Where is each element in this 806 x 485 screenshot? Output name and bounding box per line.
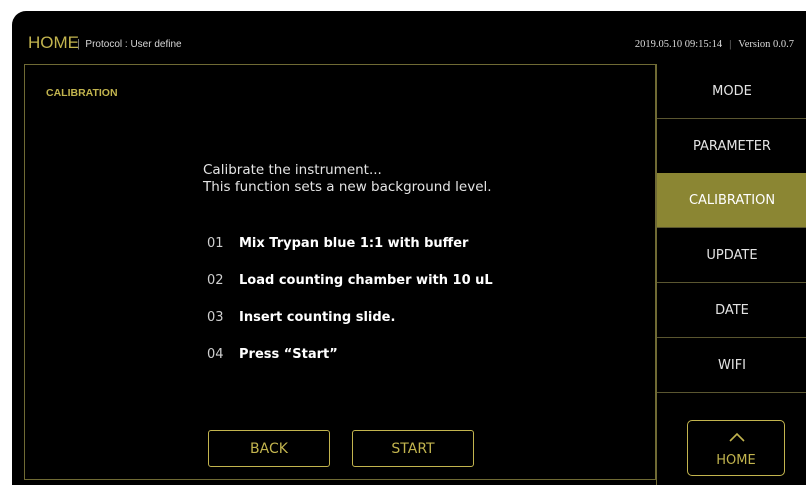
sidebar-item-parameter[interactable]: PARAMETER <box>657 119 806 174</box>
sidebar-item-wifi[interactable]: WIFI <box>657 338 806 393</box>
datetime-label: 2019.05.10 09:15:14 <box>634 39 723 50</box>
step-item: 01 Mix Trypan blue 1:1 with buffer <box>207 236 468 251</box>
step-item: 03 Insert counting slide. <box>207 310 395 325</box>
intro-line-2: This function sets a new background leve… <box>203 179 492 195</box>
protocol-info: | Protocol : User define <box>77 38 182 50</box>
sidebar-item-calibration[interactable]: CALIBRATION <box>657 173 806 228</box>
intro-text: Calibrate the instrument... This functio… <box>203 162 492 196</box>
device-screen: HOME | Protocol : User define 2019.05.10… <box>12 11 806 485</box>
step-item: 02 Load counting chamber with 10 uL <box>207 273 493 288</box>
step-number: 03 <box>207 310 224 325</box>
step-text: Insert counting slide. <box>239 310 396 325</box>
sidebar-menu: MODE PARAMETER CALIBRATION UPDATE DATE W… <box>656 64 806 485</box>
start-button[interactable]: START <box>352 430 474 467</box>
step-text: Load counting chamber with 10 uL <box>239 273 493 288</box>
version-label: Version 0.0.7 <box>738 39 794 50</box>
calibration-panel: CALIBRATION Calibrate the instrument... … <box>24 64 656 480</box>
sidebar-item-mode[interactable]: MODE <box>657 64 806 119</box>
home-title[interactable]: HOME <box>28 33 79 53</box>
protocol-label: Protocol : User define <box>85 39 182 50</box>
step-number: 02 <box>207 273 224 288</box>
status-info: 2019.05.10 09:15:14 | Version 0.0.7 <box>635 38 794 50</box>
home-button[interactable]: HOME <box>687 420 785 476</box>
sidebar-item-update[interactable]: UPDATE <box>657 228 806 283</box>
home-button-label: HOME <box>716 453 756 468</box>
step-number: 01 <box>207 236 224 251</box>
step-item: 04 Press “Start” <box>207 347 338 362</box>
sidebar-item-date[interactable]: DATE <box>657 283 806 338</box>
intro-line-1: Calibrate the instrument... <box>203 162 382 178</box>
back-button[interactable]: BACK <box>208 430 330 467</box>
header-separator: | <box>77 38 80 50</box>
step-number: 04 <box>207 347 224 362</box>
home-chevron-icon <box>729 432 745 442</box>
home-title-label: HOME <box>28 33 79 52</box>
status-separator: | <box>729 38 732 50</box>
step-text: Mix Trypan blue 1:1 with buffer <box>239 236 469 251</box>
header-bar: HOME | Protocol : User define 2019.05.10… <box>12 11 806 65</box>
panel-title: CALIBRATION <box>46 87 118 99</box>
step-text: Press “Start” <box>239 347 338 362</box>
